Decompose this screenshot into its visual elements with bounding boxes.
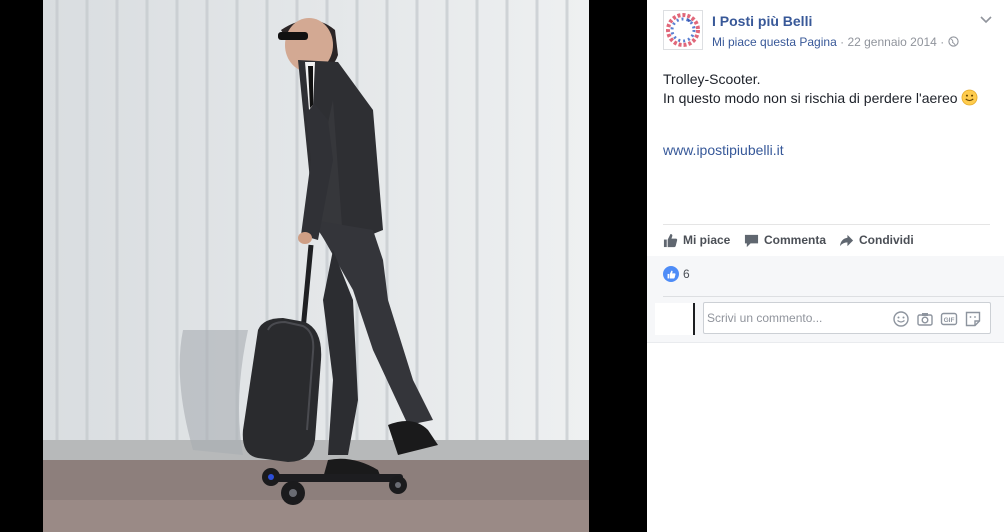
speech-bubble-icon — [744, 234, 759, 247]
post-side-panel: I Posti più Belli Mi piace questa Pagina… — [647, 0, 1004, 532]
divider — [663, 296, 1004, 297]
reaction-summary[interactable]: 6 — [663, 266, 690, 282]
share-button[interactable]: Condividi — [839, 230, 914, 250]
post-meta: Mi piace questa Pagina · 22 gennaio 2014… — [712, 35, 959, 49]
post-text-line: In questo modo non si rischia di perdere… — [663, 89, 993, 108]
smiley-icon — [961, 89, 978, 106]
like-page-link[interactable]: Mi piace questa Pagina — [712, 35, 837, 49]
like-reaction-icon — [663, 266, 679, 282]
post-text-line-content: In questo modo non si rischia di perdere… — [663, 90, 958, 106]
page-avatar[interactable] — [663, 10, 703, 50]
post-text-line: Trolley-Scooter. — [663, 71, 761, 87]
post-actions: Mi piace Commenta Condividi — [663, 230, 990, 250]
comment-label: Commenta — [764, 233, 827, 247]
camera-icon[interactable] — [916, 310, 934, 328]
gif-icon[interactable]: GIF — [940, 310, 958, 328]
thumbs-up-icon — [667, 270, 676, 278]
share-label: Condividi — [859, 233, 914, 247]
post-header: I Posti più Belli Mi piace questa Pagina… — [663, 10, 993, 54]
comment-input[interactable] — [707, 303, 887, 333]
post-message: Trolley-Scooter. In questo modo non si r… — [663, 70, 993, 108]
reactions-and-comments: 6 GIF — [647, 256, 1004, 343]
meta-separator: · — [840, 35, 845, 49]
comment-box[interactable]: GIF — [703, 302, 991, 334]
post-date[interactable]: 22 gennaio 2014 — [847, 35, 936, 49]
reaction-count: 6 — [683, 267, 690, 281]
chevron-down-icon[interactable] — [979, 12, 993, 26]
thumbs-up-icon — [663, 233, 678, 247]
avatar-edge — [693, 303, 695, 335]
like-button[interactable]: Mi piace — [663, 230, 730, 250]
globe-icon[interactable] — [947, 36, 959, 47]
comment-button[interactable]: Commenta — [744, 230, 826, 250]
post-link[interactable]: www.ipostipiubelli.it — [663, 142, 784, 158]
page-logo-icon — [666, 13, 700, 47]
svg-text:GIF: GIF — [944, 317, 955, 324]
divider — [663, 224, 990, 225]
share-arrow-icon — [839, 234, 854, 246]
photo-viewer[interactable] — [0, 0, 647, 532]
like-label: Mi piace — [683, 233, 731, 247]
page-name[interactable]: I Posti più Belli — [712, 13, 812, 29]
smiley-icon[interactable] — [892, 310, 910, 328]
post-photo — [43, 0, 589, 532]
meta-separator: · — [940, 35, 945, 49]
avatar — [655, 303, 695, 335]
sticker-icon[interactable] — [964, 310, 982, 328]
